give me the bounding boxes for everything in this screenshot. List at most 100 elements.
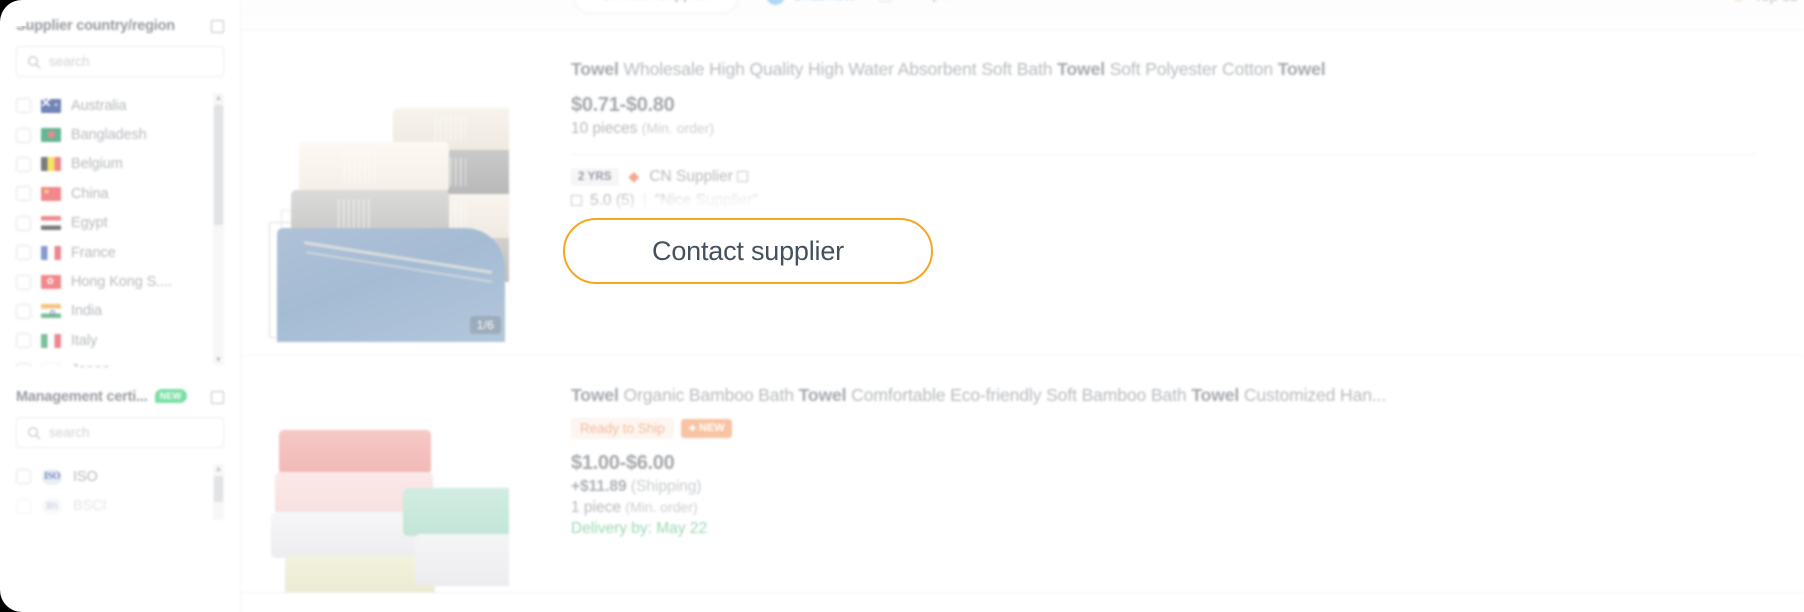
contact-supplier-label: Contact supplier bbox=[652, 235, 844, 266]
search-results-page: Supplier country/region Australia bbox=[0, 0, 1804, 612]
product-card-2[interactable]: Towel Organic Bamboo Bath Towel Comforta… bbox=[241, 356, 1804, 593]
checkbox[interactable] bbox=[878, 0, 893, 2]
scroll-down-icon[interactable]: ▼ bbox=[215, 355, 223, 365]
product-title-1[interactable]: Towel Wholesale High Quality High Water … bbox=[571, 58, 1804, 81]
checkbox[interactable] bbox=[16, 127, 31, 143]
product-results-list: Contact Supplier ●● Chat now Compare ♕ T… bbox=[241, 0, 1804, 612]
eg-flag-icon bbox=[41, 216, 61, 231]
fr-flag-icon bbox=[41, 245, 61, 260]
country-label: Japan bbox=[71, 362, 110, 367]
ready-to-ship-tag: Ready to Ship bbox=[571, 417, 674, 439]
iso-icon: ISO bbox=[41, 468, 63, 485]
crown-icon: ♕ bbox=[1731, 0, 1745, 6]
product-photo bbox=[263, 50, 509, 342]
supplier-name-1[interactable]: CN Supplier bbox=[649, 168, 748, 186]
cert-search-box[interactable] bbox=[16, 417, 224, 448]
verified-icon bbox=[736, 171, 748, 183]
cert-search-input[interactable] bbox=[49, 425, 213, 440]
country-option-bangladesh[interactable]: Bangladesh bbox=[16, 120, 224, 149]
country-option-australia[interactable]: Australia bbox=[16, 91, 224, 120]
image-counter-badge: 1/6 bbox=[469, 316, 501, 334]
checkbox[interactable] bbox=[16, 274, 31, 290]
search-icon bbox=[27, 55, 41, 68]
scroll-up-icon[interactable]: ▲ bbox=[215, 93, 223, 103]
country-label: Italy bbox=[71, 332, 98, 349]
min-order-note: (Min. order) bbox=[641, 119, 715, 136]
country-option-france[interactable]: France bbox=[16, 238, 224, 267]
country-option-egypt[interactable]: Egypt bbox=[16, 209, 224, 238]
checkbox[interactable] bbox=[16, 245, 31, 261]
title-keyword: Towel bbox=[1277, 59, 1326, 79]
contact-supplier-button-highlighted[interactable]: Contact supplier bbox=[563, 218, 933, 284]
compare-checkbox-top[interactable]: Compare bbox=[878, 0, 963, 3]
product-photo bbox=[263, 376, 509, 592]
sparkle-icon: ✦ bbox=[687, 422, 698, 435]
product-card-1[interactable]: 1/6 Towel Wholesale High Quality High Wa… bbox=[241, 30, 1804, 356]
new-tag: ✦ NEW bbox=[680, 418, 732, 438]
checkbox[interactable] bbox=[16, 362, 31, 367]
product-tags-2: Ready to Ship ✦ NEW bbox=[571, 417, 1804, 439]
contact-supplier-highlight[interactable]: Contact supplier bbox=[537, 192, 959, 310]
country-option-hong-kong[interactable]: Hong Kong S.... bbox=[16, 267, 224, 296]
title-keyword: Towel bbox=[1057, 59, 1105, 79]
country-label: India bbox=[71, 303, 102, 320]
country-list-scrollbar[interactable]: ▲ ▼ bbox=[213, 93, 224, 365]
supplier-label: CN Supplier bbox=[649, 167, 733, 185]
cert-option-iso[interactable]: ISO ISO bbox=[16, 462, 224, 491]
management-cert-expand-box[interactable] bbox=[211, 390, 224, 404]
product-image-2[interactable] bbox=[263, 376, 509, 592]
product-price-1: $0.71-$0.80 bbox=[571, 93, 675, 116]
country-option-japan[interactable]: Japan bbox=[16, 356, 224, 367]
product-shipping-2: +$11.89 (Shipping) bbox=[571, 478, 1804, 496]
product-delivery-2: Delivery by: May 22 bbox=[571, 519, 708, 537]
country-label: Bangladesh bbox=[71, 127, 147, 144]
product-title-2[interactable]: Towel Organic Bamboo Bath Towel Comforta… bbox=[571, 384, 1804, 407]
title-text: Comfortable Eco-friendly Soft Bamboo Bat… bbox=[846, 385, 1192, 405]
country-search-box[interactable] bbox=[16, 46, 224, 77]
checkbox[interactable] bbox=[16, 215, 31, 231]
country-option-china[interactable]: China bbox=[16, 179, 224, 208]
checkbox[interactable] bbox=[16, 303, 31, 319]
title-keyword: Towel bbox=[798, 385, 847, 405]
checkbox[interactable] bbox=[16, 156, 31, 172]
country-option-belgium[interactable]: Belgium bbox=[16, 150, 224, 179]
shipping-amount: +$11.89 bbox=[571, 477, 627, 495]
cert-option-list: ISO ISO BS BSCI bbox=[16, 462, 224, 521]
title-text: Soft Polyester Cotton bbox=[1104, 59, 1278, 79]
checkbox[interactable] bbox=[16, 469, 31, 485]
cert-list-scrollbar[interactable]: ▲ bbox=[213, 464, 224, 520]
cert-label: ISO bbox=[73, 468, 98, 485]
contact-supplier-button-top[interactable]: Contact Supplier bbox=[572, 0, 740, 14]
scrollbar-thumb[interactable] bbox=[214, 476, 223, 502]
country-option-italy[interactable]: Italy bbox=[16, 326, 224, 355]
scroll-up-icon[interactable]: ▲ bbox=[215, 464, 223, 474]
country-label: Hong Kong S.... bbox=[71, 274, 172, 291]
product-price-2: $1.00-$6.00 bbox=[571, 451, 675, 474]
supplier-country-expand-box[interactable] bbox=[211, 19, 224, 33]
checkbox[interactable] bbox=[16, 498, 31, 514]
chat-now-button-top[interactable]: ●● Chat now bbox=[766, 0, 855, 5]
divider bbox=[571, 153, 1755, 155]
checkbox[interactable] bbox=[16, 98, 31, 114]
cert-option-bsci[interactable]: BS BSCI bbox=[16, 491, 224, 520]
jp-flag-icon bbox=[41, 363, 61, 367]
title-text: Customized Han... bbox=[1239, 385, 1387, 405]
min-order-note: (Min. order) bbox=[625, 498, 698, 515]
compare-label: Compare bbox=[901, 0, 963, 3]
country-search-input[interactable] bbox=[49, 54, 213, 69]
cert-label: BSCI bbox=[73, 498, 107, 515]
title-text: Wholesale High Quality High Water Absorb… bbox=[618, 59, 1058, 79]
scrollbar-thumb[interactable] bbox=[214, 105, 223, 225]
be-flag-icon bbox=[41, 157, 61, 172]
checkbox[interactable] bbox=[16, 333, 31, 349]
product-image-1[interactable]: 1/6 bbox=[263, 50, 509, 342]
gem-icon: ◆ bbox=[628, 168, 640, 185]
in-flag-icon bbox=[41, 304, 61, 319]
checkbox[interactable] bbox=[16, 186, 31, 202]
title-keyword: Towel bbox=[1191, 385, 1240, 405]
cn-flag-icon bbox=[41, 186, 61, 201]
country-option-india[interactable]: India bbox=[16, 297, 224, 326]
top-supplier-label: Top su bbox=[1754, 0, 1798, 5]
min-order-qty: 1 piece bbox=[571, 498, 621, 516]
product-info-2: Towel Organic Bamboo Bath Towel Comforta… bbox=[509, 376, 1804, 592]
